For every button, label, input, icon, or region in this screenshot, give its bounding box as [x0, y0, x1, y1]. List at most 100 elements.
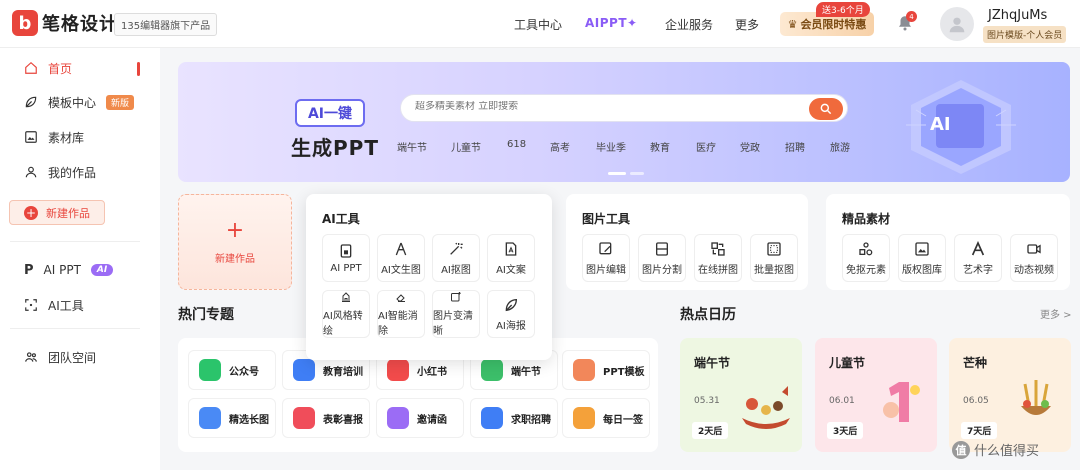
new-work-card[interactable]: + 新建作品	[178, 194, 292, 290]
feather-icon	[505, 298, 518, 311]
username[interactable]: JZhqJuMs	[988, 8, 1047, 23]
new-work-button[interactable]: + 新建作品	[9, 200, 105, 225]
topic-item[interactable]: PPT模板	[562, 350, 650, 390]
search-button[interactable]	[809, 98, 843, 120]
materials-card: 精品素材 免抠元素 版权图库 艺术字 动态视频	[826, 194, 1070, 290]
banner-tag[interactable]: 旅游	[830, 139, 850, 154]
sidebar-divider	[10, 328, 140, 329]
sidebar-item-team-space[interactable]: 团队空间	[10, 345, 140, 369]
image-tools-title: 图片工具	[582, 212, 631, 226]
tool-label: AI智能消除	[378, 311, 418, 337]
ppt-template-icon	[573, 359, 595, 381]
topic-item[interactable]: 公众号	[188, 350, 276, 390]
banner-tag[interactable]: 618	[507, 139, 526, 150]
sidebar-item-home[interactable]: 首页	[10, 56, 140, 80]
material-stock-images[interactable]: 版权图库	[898, 234, 946, 282]
sidebar-item-ai-tools[interactable]: AI工具	[10, 293, 140, 317]
banner-ai-label: AI一键	[295, 99, 365, 127]
material-art-text[interactable]: 艺术字	[954, 234, 1002, 282]
banner-title: 生成PPT	[291, 136, 379, 160]
topic-label: 邀请函	[417, 414, 447, 426]
calendar-title: 热点日历	[680, 307, 736, 323]
calendar-card[interactable]: 儿童节 06.01 3天后	[815, 338, 937, 452]
smzdm-logo-icon: 值	[952, 440, 970, 459]
banner-tag[interactable]: 党政	[740, 139, 760, 154]
magic-wand-icon	[450, 242, 463, 255]
tool-image-split[interactable]: 图片分割	[638, 234, 686, 282]
art-text-icon	[971, 240, 985, 255]
calendar-more-link[interactable]: 更多 >	[1040, 306, 1072, 321]
banner-tag[interactable]: 高考	[550, 139, 570, 154]
nav-tool-center[interactable]: 工具中心	[514, 16, 562, 33]
tool-ai-ppt[interactable]: AI PPT	[322, 234, 370, 282]
edit-image-icon	[599, 241, 612, 254]
topic-item[interactable]: 求职招聘	[470, 398, 558, 438]
tool-batch-cutout[interactable]: 批量抠图	[750, 234, 798, 282]
carousel-dot[interactable]	[630, 172, 644, 175]
hero-banner[interactable]: AI一键 生成PPT 端午节 儿童节 618 高考 毕业季 教育 医疗 党政 招…	[178, 62, 1070, 182]
calendar-event-date: 06.01	[829, 396, 855, 406]
banner-tag[interactable]: 毕业季	[596, 139, 626, 154]
new-work-card-label: 新建作品	[215, 253, 255, 265]
tool-ai-text-to-image[interactable]: AI文生图	[377, 234, 425, 282]
logo-text: 笔格设计	[42, 14, 118, 35]
material-cutout-elements[interactable]: 免抠元素	[842, 234, 890, 282]
banner-tag[interactable]: 招聘	[785, 139, 805, 154]
sidebar-item-label: AI工具	[48, 298, 84, 313]
carousel-dot-active[interactable]	[608, 172, 626, 175]
carousel-dots[interactable]	[608, 172, 644, 175]
tool-ai-poster[interactable]: AI海报	[487, 290, 535, 338]
vip-offer-label: 会员限时特惠	[800, 18, 867, 31]
tool-label: 动态视频	[1014, 264, 1054, 276]
calendar-card[interactable]: 芒种 06.05 7天后	[949, 338, 1071, 452]
tool-image-edit[interactable]: 图片编辑	[582, 234, 630, 282]
avatar[interactable]	[940, 7, 974, 41]
material-motion-video[interactable]: 动态视频	[1010, 234, 1058, 282]
banner-tag[interactable]: 教育	[650, 139, 670, 154]
topic-item[interactable]: 表彰喜报	[282, 398, 370, 438]
sidebar-item-materials[interactable]: 素材库	[10, 125, 140, 149]
nav-enterprise[interactable]: 企业服务	[665, 16, 713, 33]
nav-more[interactable]: 更多	[735, 16, 759, 33]
topic-item[interactable]: 每日一签	[562, 398, 650, 438]
sidebar-item-my-works[interactable]: 我的作品	[10, 160, 140, 184]
award-icon	[293, 407, 315, 429]
tool-ai-cutout[interactable]: AI抠图	[432, 234, 480, 282]
sidebar-item-templates[interactable]: 模板中心 新版	[10, 90, 140, 114]
banner-tag[interactable]: 医疗	[696, 139, 716, 154]
daily-sign-icon	[573, 407, 595, 429]
topic-item[interactable]: 精选长图	[188, 398, 276, 438]
calendar-days-left: 2天后	[692, 422, 729, 439]
topic-label: 教育培训	[323, 366, 363, 378]
tool-label: 免抠元素	[846, 264, 886, 276]
hot-topics-title: 热门专题	[178, 307, 234, 323]
long-image-icon	[199, 407, 221, 429]
tool-collage[interactable]: 在线拼图	[694, 234, 742, 282]
recruitment-icon	[481, 407, 503, 429]
sidebar-item-ai-ppt[interactable]: P AI PPT AI	[10, 258, 140, 282]
tool-image-enhance[interactable]: 图片变清晰	[432, 290, 480, 338]
tool-ai-style-transfer[interactable]: AI风格转绘	[322, 290, 370, 338]
search-input[interactable]	[415, 101, 795, 112]
tool-label: AI风格转绘	[323, 311, 363, 337]
topic-item[interactable]: 邀请函	[376, 398, 464, 438]
ai-scan-icon	[25, 299, 37, 311]
tool-ai-copywriting[interactable]: AI文案	[487, 234, 535, 282]
grain-harvest-illustration	[1021, 380, 1051, 415]
batch-cutout-icon	[767, 241, 781, 256]
tool-label: AI抠图	[441, 264, 471, 276]
gallery-icon	[915, 241, 929, 256]
calendar-card[interactable]: 端午节 05.31 2天后	[680, 338, 802, 452]
new-badge: 新版	[106, 94, 135, 110]
search-bar[interactable]	[400, 94, 848, 122]
logo[interactable]: b 笔格设计	[12, 10, 118, 36]
compass-pen-icon	[395, 242, 407, 255]
banner-tag[interactable]: 端午节	[397, 139, 427, 154]
banner-tag[interactable]: 儿童节	[451, 139, 481, 154]
nav-aippt[interactable]: AIPPT✦	[585, 16, 638, 30]
invitation-icon	[387, 407, 409, 429]
tool-label: AI文生图	[381, 264, 421, 276]
watermark-text: 什么值得买	[974, 444, 1040, 459]
tool-ai-smart-erase[interactable]: AI智能消除	[377, 290, 425, 338]
product-tagline: 135编辑器旗下产品	[114, 13, 218, 36]
